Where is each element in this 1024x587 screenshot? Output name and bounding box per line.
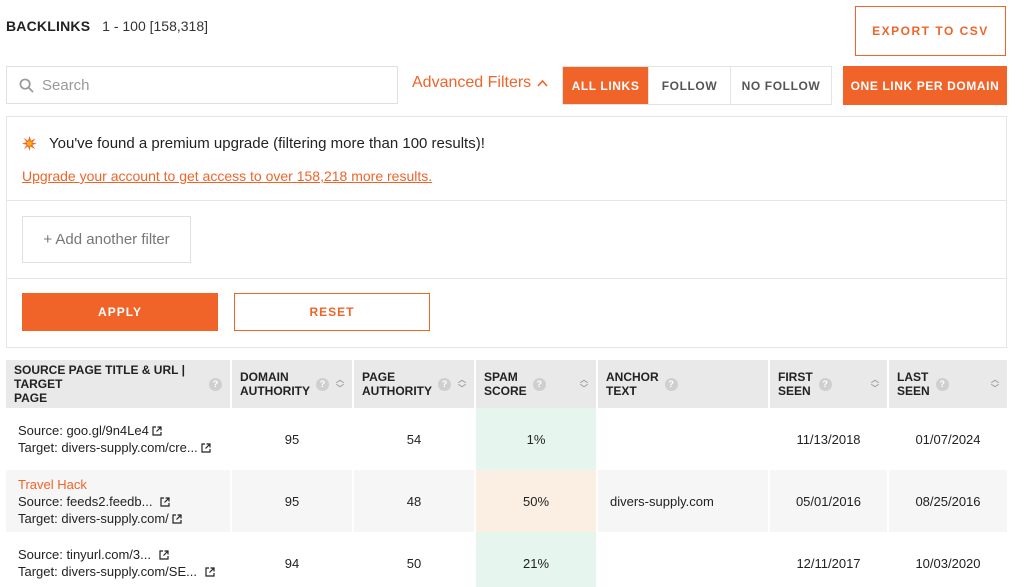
sort-icon[interactable]: ︿ ﹀ — [336, 375, 344, 393]
advanced-filters-label: Advanced Filters — [412, 74, 532, 91]
external-link-icon[interactable] — [172, 513, 182, 524]
source-link[interactable]: tinyurl.com/3... — [66, 547, 151, 562]
external-link-icon[interactable] — [152, 426, 162, 436]
source-link[interactable]: goo.gl/9n4Le4 — [66, 423, 148, 438]
filter-actions: APPLY RESET — [7, 279, 1006, 331]
page-authority-cell: 54 — [353, 408, 476, 470]
spam-score-cell: 50% — [475, 470, 598, 532]
tab-all-links[interactable]: ALL LINKS — [563, 67, 649, 104]
source-link[interactable]: feeds2.feedb... — [66, 494, 152, 509]
page-header: BACKLINKS 1 - 100 [158,318] — [6, 18, 208, 34]
sort-icon[interactable]: ︿ ﹀ — [991, 375, 999, 393]
page-title: BACKLINKS — [6, 18, 91, 34]
first-seen-cell: 12/11/2017 — [769, 532, 889, 587]
anchor-text-cell — [597, 532, 770, 587]
target-link[interactable]: divers-supply.com/ — [61, 511, 168, 526]
export-csv-button[interactable]: EXPORT TO CSV — [855, 6, 1006, 56]
column-header-page-authority[interactable]: PAGE AUTHORITY? ︿ ﹀ — [353, 360, 476, 408]
help-icon[interactable]: ? — [818, 377, 832, 391]
sort-icon[interactable]: ︿ ﹀ — [458, 375, 466, 393]
page-authority-cell: 48 — [353, 470, 476, 532]
external-link-icon[interactable] — [201, 443, 211, 453]
table-row: Travel Hack Source: feeds2.feedb... Targ… — [6, 470, 1007, 532]
page-authority-cell: 50 — [353, 532, 476, 587]
apply-button[interactable]: APPLY — [22, 293, 218, 331]
first-seen-cell: 05/01/2016 — [769, 470, 889, 532]
target-link[interactable]: divers-supply.com/cre... — [61, 440, 197, 455]
last-seen-cell: 08/25/2016 — [888, 470, 1007, 532]
domain-authority-cell: 94 — [231, 532, 354, 587]
anchor-text-cell: divers-supply.com — [597, 470, 770, 532]
external-link-icon[interactable] — [205, 567, 215, 577]
tab-no-follow[interactable]: NO FOLLOW — [731, 67, 831, 104]
table-header-row: SOURCE PAGE TITLE & URL | TARGET PAGE? DO… — [6, 360, 1007, 408]
spam-score-cell: 21% — [475, 532, 598, 587]
search-box — [6, 66, 398, 104]
sort-icon[interactable]: ︿ ﹀ — [871, 375, 879, 393]
column-header-spam-score[interactable]: SPAM SCORE? ︿ ﹀ — [475, 360, 598, 408]
burst-icon — [22, 136, 37, 151]
first-seen-cell: 11/13/2018 — [769, 408, 889, 470]
source-cell: Travel Hack Source: feeds2.feedb... Targ… — [6, 470, 232, 532]
external-link-icon[interactable] — [160, 496, 171, 507]
target-link[interactable]: divers-supply.com/SE... — [61, 564, 197, 579]
backlinks-table: SOURCE PAGE TITLE & URL | TARGET PAGE? DO… — [6, 360, 1007, 587]
spam-score-cell: 1% — [475, 408, 598, 470]
upgrade-notice: You've found a premium upgrade (filterin… — [7, 117, 1006, 201]
column-header-source: SOURCE PAGE TITLE & URL | TARGET PAGE? — [6, 360, 232, 408]
link-type-filter: ALL LINKS FOLLOW NO FOLLOW — [562, 66, 832, 105]
external-link-icon[interactable] — [159, 550, 169, 560]
last-seen-cell: 10/03/2020 — [888, 532, 1007, 587]
sort-icon[interactable]: ︿ ﹀ — [580, 375, 588, 393]
source-page-title[interactable]: Travel Hack — [18, 476, 218, 493]
reset-button[interactable]: RESET — [234, 293, 430, 331]
source-cell: Source: goo.gl/9n4Le4 Target: divers-sup… — [6, 408, 232, 470]
search-icon — [19, 78, 34, 92]
table-row: Source: goo.gl/9n4Le4 Target: divers-sup… — [6, 408, 1007, 470]
chevron-up-icon — [537, 79, 548, 87]
tab-follow[interactable]: FOLLOW — [649, 67, 731, 104]
column-header-anchor-text: ANCHOR TEXT? — [597, 360, 770, 408]
column-header-last-seen[interactable]: LAST SEEN? ︿ ﹀ — [888, 360, 1007, 408]
last-seen-cell: 01/07/2024 — [888, 408, 1007, 470]
filters-area: + Add another filter — [7, 201, 1006, 279]
help-icon[interactable]: ? — [316, 377, 329, 391]
search-input[interactable] — [42, 76, 372, 94]
results-range: 1 - 100 [158,318] — [102, 18, 209, 34]
domain-authority-cell: 95 — [231, 470, 354, 532]
column-header-first-seen[interactable]: FIRST SEEN? ︿ ﹀ — [769, 360, 889, 408]
upgrade-message: You've found a premium upgrade (filterin… — [49, 135, 485, 152]
column-header-domain-authority[interactable]: DOMAIN AUTHORITY? ︿ ﹀ — [231, 360, 354, 408]
upgrade-link[interactable]: Upgrade your account to get access to ov… — [22, 168, 1006, 184]
help-icon[interactable]: ? — [209, 377, 222, 391]
domain-authority-cell: 95 — [231, 408, 354, 470]
source-cell: Source: tinyurl.com/3... Target: divers-… — [6, 532, 232, 587]
advanced-filters-panel: You've found a premium upgrade (filterin… — [6, 116, 1007, 348]
help-icon[interactable]: ? — [935, 377, 949, 391]
help-icon[interactable]: ? — [438, 377, 451, 391]
advanced-filters-toggle[interactable]: Advanced Filters — [412, 74, 548, 92]
add-filter-button[interactable]: + Add another filter — [22, 216, 191, 263]
one-link-per-domain-button[interactable]: ONE LINK PER DOMAIN — [843, 66, 1007, 105]
anchor-text-cell — [597, 408, 770, 470]
table-row: Source: tinyurl.com/3... Target: divers-… — [6, 532, 1007, 587]
help-icon[interactable]: ? — [532, 377, 546, 391]
help-icon[interactable]: ? — [664, 377, 678, 391]
